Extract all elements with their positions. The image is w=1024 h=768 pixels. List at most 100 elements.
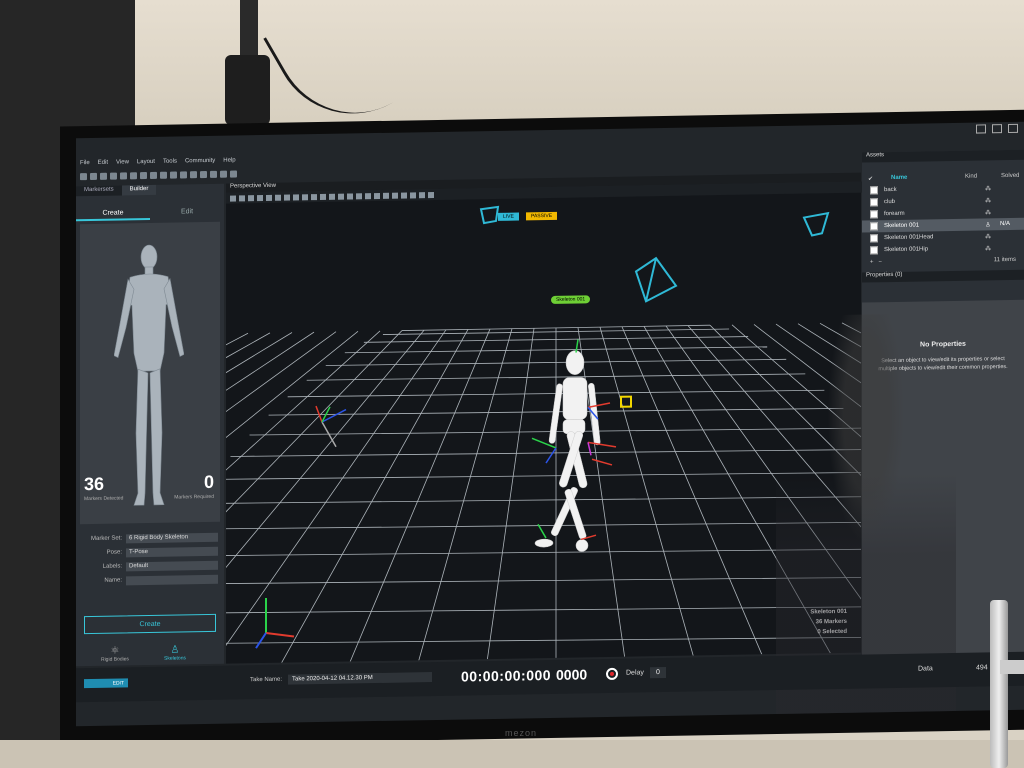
grid-line bbox=[485, 328, 535, 664]
rigid-body-icon[interactable] bbox=[356, 192, 362, 199]
record-button[interactable] bbox=[606, 667, 618, 681]
layout-icon[interactable] bbox=[220, 170, 227, 178]
menu-file[interactable]: File bbox=[80, 160, 90, 166]
filter-icon[interactable] bbox=[374, 192, 380, 199]
tool-icon[interactable] bbox=[410, 191, 416, 198]
layout-icon[interactable] bbox=[230, 169, 237, 178]
visibility-icon[interactable] bbox=[383, 192, 389, 199]
zoom-fit-icon[interactable] bbox=[284, 194, 290, 201]
origin-marker bbox=[315, 405, 347, 448]
menu-community[interactable]: Community bbox=[185, 158, 215, 165]
tab-markersets[interactable]: Markersets bbox=[76, 185, 122, 197]
tool-icon[interactable] bbox=[401, 191, 407, 199]
close-icon[interactable] bbox=[1008, 123, 1018, 134]
tab-edit[interactable]: Edit bbox=[150, 206, 224, 220]
markers-required-label: Markers Required bbox=[174, 493, 214, 501]
layout-icon[interactable] bbox=[190, 170, 197, 178]
check-all-icon[interactable]: ✔ bbox=[868, 175, 873, 182]
camera-icon[interactable] bbox=[248, 194, 254, 201]
open-icon[interactable] bbox=[90, 172, 97, 180]
layout-icon[interactable] bbox=[170, 171, 177, 179]
tab-create[interactable]: Create bbox=[76, 206, 150, 222]
grid-line bbox=[643, 326, 837, 664]
app-window: File Edit View Layout Tools Community He… bbox=[76, 121, 1024, 727]
grid-line bbox=[226, 635, 861, 645]
rotate-icon[interactable] bbox=[311, 193, 317, 200]
grid-line bbox=[226, 331, 337, 664]
panel-tabs: Markersets Builder bbox=[76, 184, 224, 197]
mode-rigid-bodies[interactable]: ⚛ Rigid Bodies bbox=[90, 645, 140, 663]
asset-checkbox[interactable] bbox=[870, 234, 878, 243]
select-icon[interactable] bbox=[293, 193, 299, 200]
calibrate-icon[interactable] bbox=[130, 171, 137, 179]
marker-icon[interactable] bbox=[338, 193, 344, 200]
properties-title: Properties (0) bbox=[862, 269, 1024, 283]
pose-select[interactable]: T-Pose bbox=[126, 546, 218, 557]
skeleton-icon[interactable] bbox=[365, 192, 371, 199]
menu-tools[interactable]: Tools bbox=[163, 159, 177, 165]
asset-checkbox[interactable] bbox=[870, 246, 878, 255]
scale-icon[interactable] bbox=[320, 193, 326, 200]
add-asset-button[interactable]: + bbox=[870, 259, 874, 265]
layout-icon[interactable] bbox=[210, 170, 217, 178]
eye-icon[interactable] bbox=[257, 194, 263, 201]
name-input[interactable] bbox=[126, 574, 218, 585]
menu-view[interactable]: View bbox=[116, 159, 129, 165]
remove-asset-button[interactable]: − bbox=[879, 259, 883, 265]
delay-input[interactable]: 0 bbox=[650, 666, 666, 679]
layout-icon[interactable] bbox=[200, 170, 207, 178]
perspective-viewport[interactable]: LIVE PASSIVE Skeleton 001 Skeleton 001 3… bbox=[226, 192, 861, 664]
sphere-icon[interactable] bbox=[239, 194, 245, 201]
take-name-input[interactable]: Take 2020-04-12 04.12.30 PM bbox=[288, 672, 432, 685]
marker-set-label: Marker Set: bbox=[90, 535, 122, 543]
layout-icon[interactable] bbox=[180, 170, 187, 178]
live-edit-toggle[interactable]: EDIT bbox=[84, 678, 128, 689]
tool-icon[interactable] bbox=[428, 191, 434, 198]
asset-checkbox[interactable] bbox=[870, 210, 878, 219]
grid-icon[interactable] bbox=[230, 194, 236, 202]
live-badge[interactable]: LIVE bbox=[498, 212, 519, 221]
tab-builder[interactable]: Builder bbox=[121, 184, 157, 196]
mode-skeletons[interactable]: ♙ Skeletons bbox=[150, 644, 200, 662]
marker-set-select[interactable]: 6 Rigid Body Skeleton bbox=[126, 532, 218, 543]
camera-icon[interactable] bbox=[110, 172, 117, 180]
camera-body bbox=[225, 55, 270, 125]
data-rate-label: Data bbox=[918, 665, 933, 673]
asset-checkbox[interactable] bbox=[870, 222, 878, 231]
tool-icon[interactable] bbox=[419, 191, 425, 198]
asset-checkbox[interactable] bbox=[870, 186, 878, 195]
menu-edit[interactable]: Edit bbox=[98, 160, 108, 166]
asset-checkbox[interactable] bbox=[870, 198, 878, 207]
assets-title: Assets bbox=[862, 149, 1024, 163]
reconstruct-icon[interactable] bbox=[120, 171, 127, 180]
window-controls bbox=[976, 123, 1018, 134]
zoom-in-icon[interactable] bbox=[266, 194, 272, 201]
rigid-body-icon[interactable] bbox=[140, 171, 147, 179]
asset-name: Skeleton 001Head bbox=[884, 234, 934, 242]
skeleton-icon[interactable] bbox=[150, 171, 157, 179]
column-name[interactable]: Name bbox=[891, 174, 951, 181]
column-kind[interactable]: Kind bbox=[965, 173, 995, 180]
assets-footer: + − 11 items bbox=[862, 254, 1024, 269]
grid-line bbox=[226, 332, 293, 664]
new-icon[interactable] bbox=[80, 172, 87, 180]
grid-line bbox=[226, 575, 861, 585]
menu-help[interactable]: Help bbox=[223, 157, 235, 163]
passive-badge[interactable]: PASSIVE bbox=[526, 211, 558, 221]
maximize-icon[interactable] bbox=[992, 124, 1002, 134]
move-icon[interactable] bbox=[302, 193, 308, 200]
tool-icon[interactable] bbox=[392, 192, 398, 199]
menu-layout[interactable]: Layout bbox=[137, 159, 155, 165]
labels-select[interactable]: Default bbox=[126, 560, 218, 571]
label-icon[interactable] bbox=[347, 192, 353, 200]
minimize-icon[interactable] bbox=[976, 124, 986, 134]
link-icon[interactable] bbox=[329, 193, 335, 200]
column-solved[interactable]: Solved bbox=[1001, 173, 1019, 179]
scene-canvas[interactable] bbox=[226, 193, 861, 664]
layout-icon[interactable] bbox=[160, 171, 167, 179]
create-button[interactable]: Create bbox=[84, 613, 216, 635]
monitor-brand: mezon bbox=[505, 728, 538, 738]
pose-row: Pose: T-Pose bbox=[82, 546, 218, 558]
zoom-out-icon[interactable] bbox=[275, 194, 281, 201]
save-icon[interactable] bbox=[100, 172, 107, 180]
